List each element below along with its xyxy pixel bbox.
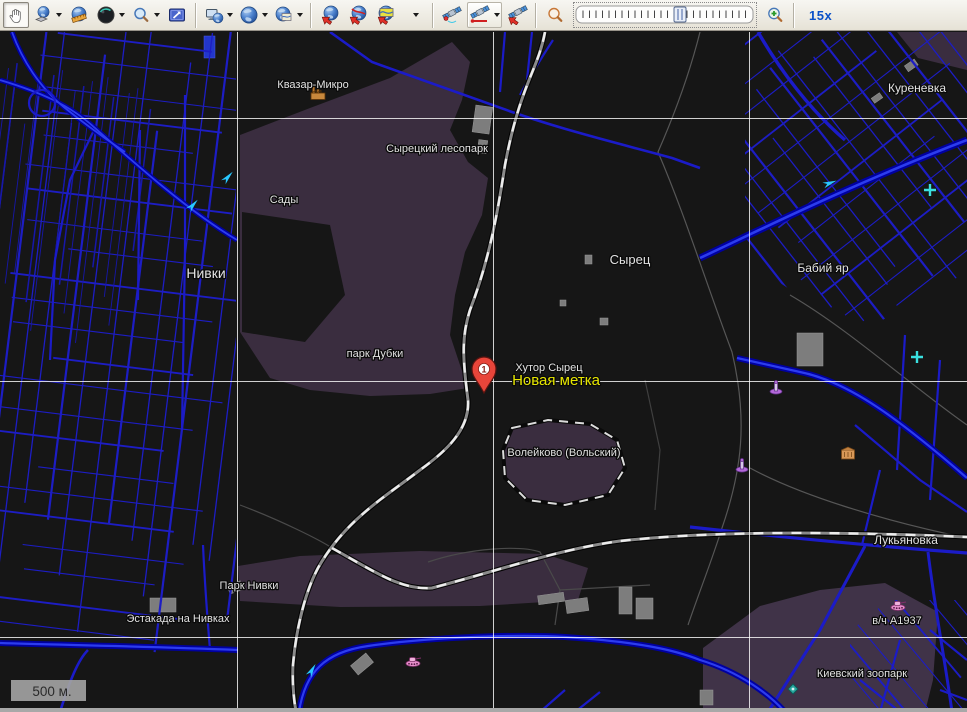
chevron-down-icon — [297, 13, 303, 17]
gps-track-button[interactable] — [467, 2, 502, 28]
zoom-level-label: 15x — [809, 8, 832, 23]
map-label: Киевский зоопарк — [817, 668, 907, 680]
globe-download-icon — [320, 5, 340, 25]
zoom-slider-thumb[interactable] — [674, 7, 686, 22]
layers-button[interactable] — [272, 2, 305, 28]
map-label: Лукьяновка — [874, 533, 938, 547]
map-label: Куреневка — [888, 81, 946, 95]
globe-view-button[interactable] — [94, 2, 127, 28]
fullscreen-button[interactable] — [164, 2, 190, 28]
window-bottom-edge — [0, 708, 967, 712]
toolbar-separator — [793, 3, 795, 28]
search-icon — [131, 5, 151, 25]
marker-number: 1 — [481, 365, 486, 375]
chevron-down-icon — [262, 13, 268, 17]
satellite-track-icon — [469, 5, 491, 25]
chevron-down-icon — [119, 13, 125, 17]
zoom-slider-track — [575, 4, 755, 26]
toolbar-separator — [310, 3, 312, 28]
measure-distance-button[interactable] — [66, 2, 92, 28]
map-label: Новая метка — [512, 372, 601, 389]
download-selection-button[interactable] — [317, 2, 343, 28]
building-orange-icon — [842, 447, 855, 459]
computer-globe-icon — [204, 5, 224, 25]
map-label: парк Дубки — [347, 348, 404, 360]
fullscreen-icon — [167, 5, 187, 25]
search-tool-button[interactable] — [129, 2, 162, 28]
map-label: Бабий яр — [797, 261, 849, 275]
zoom-in-button[interactable] — [762, 2, 788, 28]
globe-icon — [239, 5, 259, 25]
ruler-globe-icon — [69, 5, 89, 25]
delete-selection-button[interactable] — [345, 2, 371, 28]
toolbar-separator — [432, 3, 434, 28]
map-selection-icon — [376, 5, 396, 25]
map-label: Нивки — [186, 265, 225, 281]
map-label: Квазар-Микро — [277, 79, 348, 91]
map-source-button[interactable] — [237, 2, 270, 28]
satellite-icon — [441, 5, 463, 25]
chevron-down-icon — [413, 13, 419, 17]
gps-follow-button[interactable] — [504, 2, 530, 28]
zoom-in-icon — [765, 5, 785, 25]
zoom-out-icon — [545, 5, 565, 25]
scale-bar: 500 м. — [11, 680, 86, 701]
globe-map-icon — [274, 5, 294, 25]
selection-manager-button[interactable] — [373, 2, 399, 28]
chevron-down-icon — [154, 13, 160, 17]
map-label: Парк Нивки — [220, 580, 279, 592]
map-label: Сырецкий лесопарк — [386, 143, 488, 155]
chevron-down-icon — [494, 13, 500, 17]
toolbar-separator — [535, 3, 537, 28]
map-label: Сырец — [610, 252, 651, 267]
placemark-tool-button[interactable] — [31, 2, 64, 28]
map-viewport[interactable]: Квазар-Микро Сырецкий лесопарк Сады Нивки Сы… — [0, 32, 967, 712]
main-toolbar: 15x — [0, 0, 967, 31]
dark-globe-icon — [96, 5, 116, 25]
chevron-down-icon — [56, 13, 62, 17]
map-canvas[interactable]: Квазар-Микро Сырецкий лесопарк Сады Нивки Сы… — [0, 32, 967, 712]
map-label: Волейково (Вольский) — [507, 447, 620, 459]
scale-bar-label: 500 м. — [32, 684, 71, 699]
toolbar-separator — [195, 3, 197, 28]
map-label: Эстакада на Нивках — [126, 613, 230, 625]
zoom-slider[interactable] — [575, 4, 755, 26]
pan-tool-button[interactable] — [3, 2, 29, 28]
map-application-window: 15x — [0, 0, 967, 712]
network-mode-button[interactable] — [202, 2, 235, 28]
selection-dropdown-button[interactable] — [401, 2, 427, 28]
satellite-goto-icon — [506, 5, 528, 25]
hand-icon — [6, 5, 26, 25]
gps-connect-button[interactable] — [439, 2, 465, 28]
globe-delete-icon — [348, 5, 368, 25]
placemark-icon — [33, 5, 53, 25]
map-label: Сады — [270, 194, 299, 206]
map-label: в/ч А1937 — [872, 615, 922, 627]
zoom-out-button[interactable] — [542, 2, 568, 28]
chevron-down-icon — [227, 13, 233, 17]
